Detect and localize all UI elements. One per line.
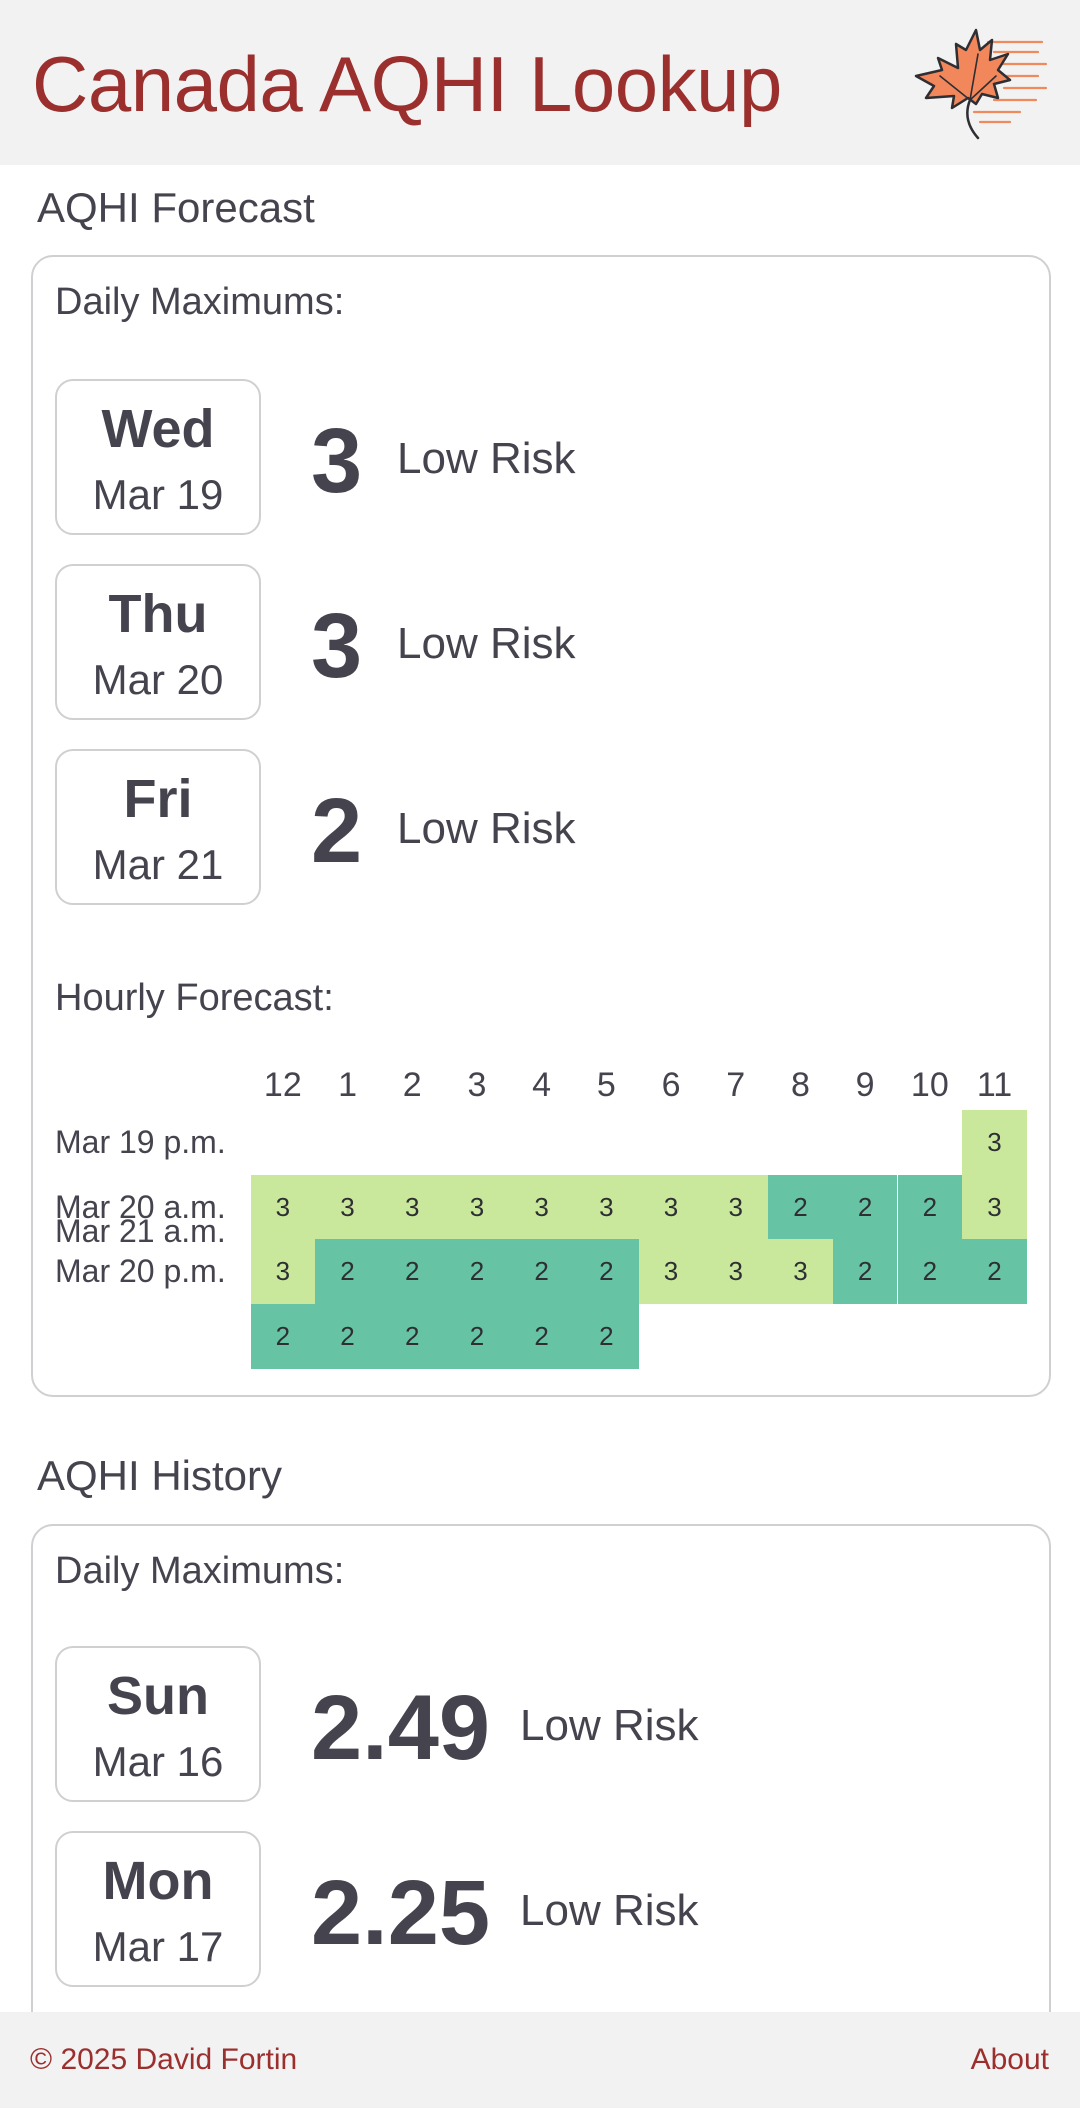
hourly-aqhi-cell: 3 bbox=[768, 1239, 833, 1305]
risk-label: Low Risk bbox=[520, 1701, 699, 1750]
history-card: Daily Maximums: Sun Mar 16 2.49 Low Risk… bbox=[31, 1524, 1051, 2012]
hourly-aqhi-cell: 3 bbox=[250, 1239, 316, 1305]
hourly-forecast-grid: Mar 21 a.m. 12 1 2 3 4 5 6 7 8 9 10 11 Mar 19 p.m. 3 M… bbox=[33, 257, 1049, 1395]
hourly-aqhi-cell: 2 bbox=[379, 1304, 445, 1369]
hourly-aqhi-cell: 3 bbox=[250, 1174, 316, 1240]
aqhi-value: 2.49 bbox=[311, 1677, 491, 1779]
hourly-aqhi-cell: 3 bbox=[638, 1174, 704, 1240]
hourly-aqhi-cell: 3 bbox=[638, 1239, 704, 1305]
date-box: Sun Mar 16 bbox=[55, 1646, 261, 1802]
hourly-aqhi-cell: 2 bbox=[315, 1239, 380, 1305]
hour-header: 10 bbox=[910, 1066, 949, 1104]
hourly-aqhi-cell: 2 bbox=[574, 1239, 639, 1305]
app-title: Canada AQHI Lookup bbox=[32, 40, 782, 128]
hourly-aqhi-cell: 3 bbox=[703, 1239, 769, 1305]
hour-header: 8 bbox=[790, 1066, 810, 1104]
hour-header: 5 bbox=[596, 1066, 616, 1104]
hourly-aqhi-cell: 2 bbox=[962, 1239, 1027, 1305]
history-day-row: Sun Mar 16 2.49 Low Risk bbox=[55, 1646, 1015, 1806]
history-daily-label: Daily Maximums: bbox=[55, 1550, 345, 1592]
forecast-section-title: AQHI Forecast bbox=[37, 184, 315, 231]
hourly-aqhi-cell: 2 bbox=[768, 1174, 833, 1240]
hourly-aqhi-cell: 2 bbox=[574, 1304, 639, 1369]
day-of-week: Sun bbox=[107, 1666, 209, 1726]
aqhi-value: 2.25 bbox=[311, 1862, 491, 1964]
hourly-aqhi-cell: 3 bbox=[444, 1174, 510, 1240]
footer: © 2025 David Fortin About bbox=[0, 2012, 1080, 2108]
hourly-aqhi-cell: 2 bbox=[897, 1174, 963, 1240]
hourly-row-label: Mar 20 a.m. bbox=[55, 1188, 226, 1225]
day-date: Mar 17 bbox=[92, 1923, 224, 1970]
hourly-aqhi-cell: 2 bbox=[509, 1304, 574, 1369]
hourly-aqhi-cell: 2 bbox=[315, 1304, 380, 1369]
about-link[interactable]: About bbox=[971, 2040, 1049, 2080]
hour-header: 2 bbox=[402, 1066, 422, 1104]
hour-header: 4 bbox=[532, 1066, 552, 1104]
hour-header: 1 bbox=[338, 1066, 357, 1104]
hourly-aqhi-cell: 2 bbox=[509, 1239, 574, 1305]
hourly-row-label: Mar 20 p.m. bbox=[55, 1253, 226, 1290]
hour-header: 11 bbox=[976, 1066, 1013, 1104]
hourly-aqhi-cell: 3 bbox=[379, 1174, 445, 1240]
hour-header: 3 bbox=[467, 1066, 487, 1104]
day-of-week: Mon bbox=[102, 1851, 214, 1911]
hourly-aqhi-cell: 2 bbox=[379, 1239, 445, 1305]
hour-header: 6 bbox=[661, 1066, 681, 1104]
hourly-aqhi-cell: 3 bbox=[962, 1110, 1027, 1175]
hour-header: 9 bbox=[855, 1066, 875, 1104]
hour-header: 7 bbox=[726, 1066, 746, 1104]
hourly-aqhi-cell: 2 bbox=[444, 1239, 510, 1305]
hourly-aqhi-cell: 2 bbox=[250, 1304, 316, 1369]
hourly-aqhi-cell: 3 bbox=[509, 1174, 574, 1240]
hourly-aqhi-cell: 3 bbox=[703, 1174, 769, 1240]
day-date: Mar 16 bbox=[92, 1738, 224, 1785]
hourly-aqhi-cell: 2 bbox=[444, 1304, 510, 1369]
risk-label: Low Risk bbox=[520, 1886, 699, 1935]
hourly-aqhi-cell: 2 bbox=[897, 1239, 963, 1305]
main-content[interactable]: AQHI Forecast Daily Maximums: Wed Mar 19… bbox=[0, 165, 1080, 2012]
hourly-row-label: Mar 19 p.m. bbox=[55, 1124, 226, 1160]
maple-leaf-icon bbox=[914, 28, 1048, 140]
copyright-text: © 2025 David Fortin bbox=[30, 2043, 298, 2076]
history-day-row: Mon Mar 17 2.25 Low Risk bbox=[55, 1831, 1015, 1991]
date-box: Mon Mar 17 bbox=[55, 1831, 261, 1987]
history-section-title: AQHI History bbox=[37, 1452, 283, 1499]
hourly-aqhi-cell: 3 bbox=[315, 1174, 380, 1240]
hourly-aqhi-cell: 2 bbox=[832, 1174, 898, 1240]
forecast-card: Daily Maximums: Wed Mar 19 3 Low Risk Th… bbox=[31, 255, 1051, 1397]
app-header: Canada AQHI Lookup bbox=[0, 0, 1080, 165]
hourly-aqhi-cell: 3 bbox=[574, 1174, 639, 1240]
hourly-aqhi-cell: 3 bbox=[962, 1174, 1027, 1240]
hourly-aqhi-cell: 2 bbox=[832, 1239, 898, 1305]
hour-header: 12 bbox=[263, 1066, 302, 1104]
